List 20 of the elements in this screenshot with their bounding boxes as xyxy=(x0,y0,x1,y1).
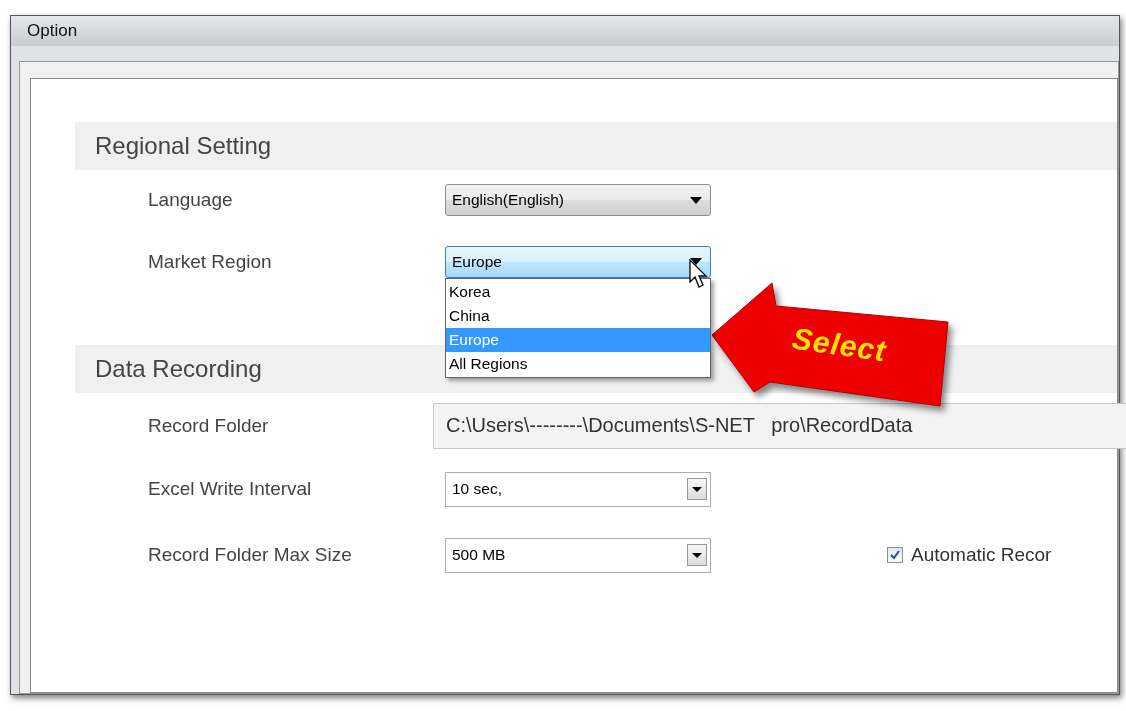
caret-icon xyxy=(690,196,702,204)
dropdown[interactable]: 10 sec, xyxy=(445,471,711,507)
dropdown[interactable]: Europe xyxy=(445,245,711,278)
window-title: Option xyxy=(11,16,1119,46)
checkbox-box[interactable] xyxy=(887,547,903,563)
caret-icon[interactable] xyxy=(687,544,707,566)
field-label: Market Region xyxy=(148,250,273,273)
dropdown-option[interactable]: China xyxy=(446,303,710,328)
input-field[interactable]: C:\Users\--------\Documents\S-NET pro\RecordData xyxy=(433,402,1126,449)
dropdown-option[interactable]: All Regions xyxy=(446,351,710,376)
field-label: Excel Write Interval xyxy=(148,478,313,500)
dropdown[interactable]: 500 MB xyxy=(445,537,711,573)
section-header: Regional Setting xyxy=(75,122,1117,170)
dropdown-option[interactable]: Korea xyxy=(446,279,710,304)
field-label: Language xyxy=(148,189,234,211)
dropdown[interactable]: English(English) xyxy=(445,184,711,216)
checkbox[interactable]: Automatic Recor xyxy=(887,544,1052,566)
field-label: Record Folder xyxy=(148,414,270,437)
field-label: Record Folder Max Size xyxy=(148,544,353,566)
caret-icon[interactable] xyxy=(687,478,707,500)
